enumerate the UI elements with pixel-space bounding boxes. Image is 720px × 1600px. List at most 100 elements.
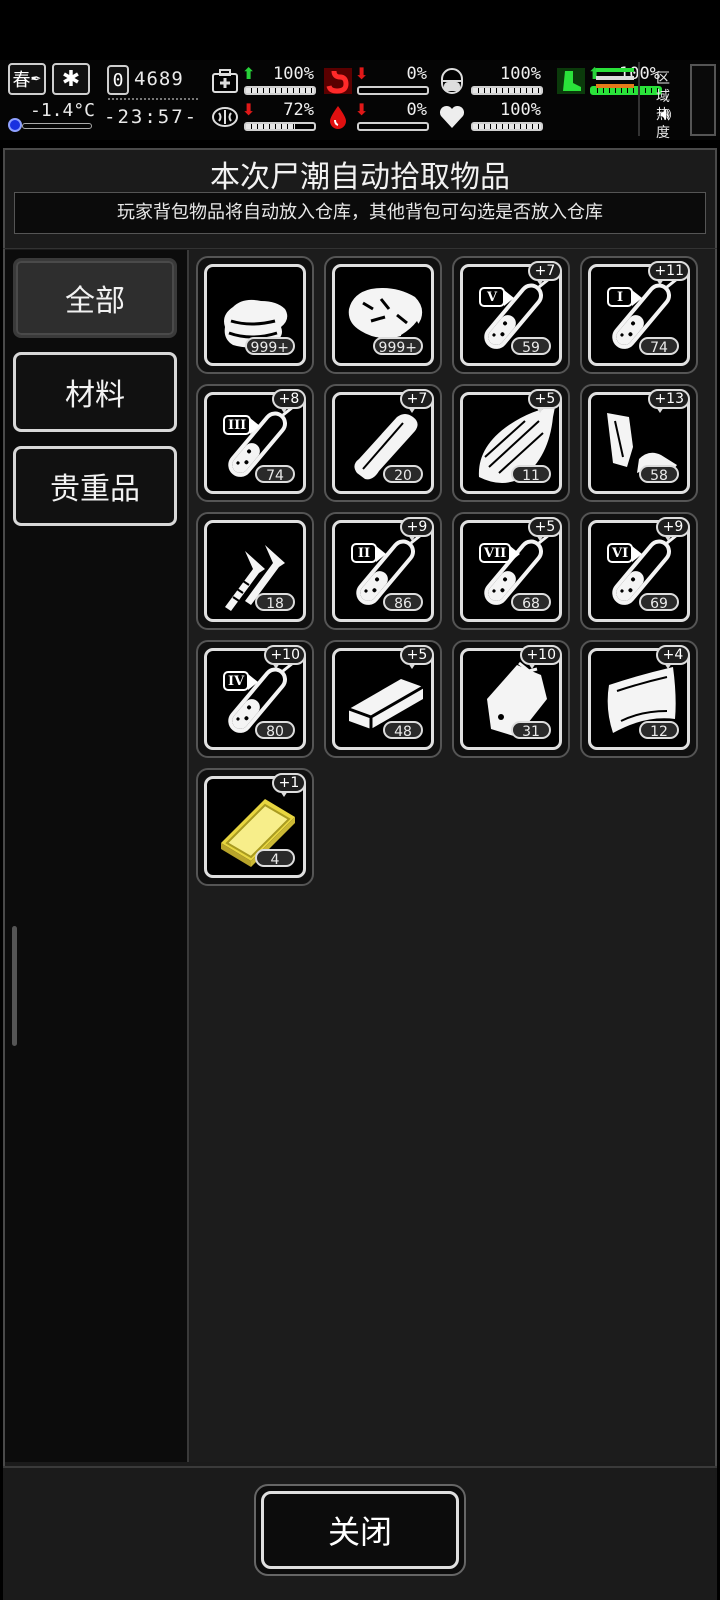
item-slot-gold-plate[interactable]: 4 +1 bbox=[196, 768, 314, 886]
tier-label: VI bbox=[607, 543, 643, 563]
close-button[interactable]: 关闭 bbox=[254, 1484, 466, 1576]
zone-heat-meter bbox=[690, 64, 716, 136]
stat-bar bbox=[357, 122, 429, 131]
tier-label: I bbox=[607, 287, 642, 307]
stomach-icon bbox=[323, 66, 353, 96]
clock-readout: -23:57- bbox=[104, 106, 199, 128]
weather-snow-icon[interactable]: ✱ bbox=[52, 63, 90, 95]
stat-pill: 100% bbox=[437, 64, 547, 98]
item-count: 68 bbox=[511, 593, 551, 612]
speaker-icon: 🔊︎ bbox=[660, 104, 672, 125]
season-indicator[interactable]: 春 ✒ bbox=[8, 63, 46, 95]
new-count-badge: +8 bbox=[272, 389, 306, 413]
blood-drop-icon bbox=[323, 102, 353, 132]
tier-label: V bbox=[479, 287, 514, 307]
day-counter: 0 bbox=[107, 65, 129, 95]
item-slot-reagent-i[interactable]: I 74 +11 bbox=[580, 256, 698, 374]
stat-bar bbox=[244, 86, 316, 95]
feather-icon: ✒ bbox=[30, 71, 42, 87]
stat-stomach: ⬇ 0% bbox=[323, 64, 433, 98]
item-slot-brick[interactable]: 48 +5 bbox=[324, 640, 442, 758]
tab-all[interactable]: 全部 bbox=[13, 258, 177, 338]
item-count: 999+ bbox=[244, 337, 295, 356]
item-count: 31 bbox=[511, 721, 551, 740]
item-count: 74 bbox=[255, 465, 295, 484]
stat-bar bbox=[471, 122, 543, 131]
temperature-readout: -1.4°C bbox=[30, 100, 96, 121]
stat-bar bbox=[471, 86, 543, 95]
divider bbox=[638, 62, 640, 136]
stamina-stripes bbox=[596, 68, 634, 92]
divider bbox=[108, 98, 198, 103]
item-slot-meat[interactable]: 999+ bbox=[324, 256, 442, 374]
stat-value: 100% bbox=[500, 100, 541, 120]
close-button-label: 关闭 bbox=[261, 1491, 459, 1569]
stat-value: 0% bbox=[406, 64, 427, 84]
tier-label: II bbox=[351, 543, 386, 563]
season-label: 春 bbox=[12, 70, 31, 91]
tab-valuables[interactable]: 贵重品 bbox=[13, 446, 177, 526]
item-count: 999+ bbox=[372, 337, 423, 356]
new-count-badge: +9 bbox=[400, 517, 434, 541]
new-count-badge: +1 bbox=[272, 773, 306, 797]
item-count: 59 bbox=[511, 337, 551, 356]
tab-label: 材料 bbox=[65, 378, 125, 413]
item-slot-cloth[interactable]: 999+ bbox=[196, 256, 314, 374]
item-count: 80 bbox=[255, 721, 295, 740]
pill-icon bbox=[437, 66, 467, 96]
item-slot-wood-plank[interactable]: 11 +5 bbox=[452, 384, 570, 502]
stat-brain: ⬇ 72% bbox=[210, 100, 320, 134]
new-count-badge: +10 bbox=[520, 645, 562, 669]
money-readout: 4689 bbox=[134, 68, 184, 90]
item-slot-reagent-v[interactable]: V 59 +7 bbox=[452, 256, 570, 374]
boot-icon bbox=[556, 66, 586, 96]
item-count: 20 bbox=[383, 465, 423, 484]
thermometer-icon bbox=[8, 118, 22, 132]
new-count-badge: +7 bbox=[528, 261, 562, 285]
brain-icon bbox=[210, 102, 240, 132]
item-slot-scrap-metal[interactable]: 58 +13 bbox=[580, 384, 698, 502]
item-count: 74 bbox=[639, 337, 679, 356]
dialog-title: 本次尸潮自动拾取物品 bbox=[210, 160, 510, 195]
new-count-badge: +4 bbox=[656, 645, 690, 669]
heart-icon bbox=[437, 102, 467, 132]
new-count-badge: +5 bbox=[400, 645, 434, 669]
item-count: 86 bbox=[383, 593, 423, 612]
tab-materials[interactable]: 材料 bbox=[13, 352, 177, 432]
tier-label: VII bbox=[479, 543, 521, 563]
item-slot-bone[interactable]: 20 +7 bbox=[324, 384, 442, 502]
stat-value: 0% bbox=[406, 100, 427, 120]
medkit-icon bbox=[210, 66, 240, 96]
item-slot-reagent-iii[interactable]: III 74 +8 bbox=[196, 384, 314, 502]
tab-label: 全部 bbox=[65, 284, 125, 319]
item-slot-reagent-vii[interactable]: VII 68 +5 bbox=[452, 512, 570, 630]
tier-label: III bbox=[223, 415, 261, 435]
item-slot-nails[interactable]: 18 bbox=[196, 512, 314, 630]
sidebar-scrollbar[interactable] bbox=[12, 926, 17, 1046]
new-count-badge: +10 bbox=[264, 645, 306, 669]
item-slot-leather[interactable]: 12 +4 bbox=[580, 640, 698, 758]
item-slot-reagent-ii[interactable]: II 86 +9 bbox=[324, 512, 442, 630]
item-count: 58 bbox=[639, 465, 679, 484]
stat-bar bbox=[244, 122, 316, 131]
stat-medkit: ⬆ 100% bbox=[210, 64, 320, 98]
item-frame: 999+ bbox=[332, 264, 434, 366]
new-count-badge: +5 bbox=[528, 517, 562, 541]
temperature-bar bbox=[22, 123, 92, 129]
item-frame: 18 bbox=[204, 520, 306, 622]
item-count: 48 bbox=[383, 721, 423, 740]
item-count: 4 bbox=[255, 849, 295, 868]
item-grid: 999+ 999+ V 59 +7 I 74 +11 III 74 +8 20 +7 11 +5 58 +13 1… bbox=[190, 250, 715, 1462]
item-slot-reagent-iv[interactable]: IV 80 +10 bbox=[196, 640, 314, 758]
stat-heart: 100% bbox=[437, 100, 547, 134]
item-frame: 999+ bbox=[204, 264, 306, 366]
item-count: 12 bbox=[639, 721, 679, 740]
divider bbox=[3, 248, 717, 249]
item-slot-reagent-vi[interactable]: VI 69 +9 bbox=[580, 512, 698, 630]
category-sidebar: 全部 材料 贵重品 bbox=[5, 250, 189, 1462]
status-hud: 春 ✒ ✱ -1.4°C 0 4689 -23:57- ⬆ 100% ⬇ 72% ⬇ 0% ⬇… bbox=[0, 60, 720, 141]
stat-value: 100% bbox=[500, 64, 541, 84]
item-slot-metal-sheet[interactable]: 31 +10 bbox=[452, 640, 570, 758]
new-count-badge: +9 bbox=[656, 517, 690, 541]
dialog-subtitle: 玩家背包物品将自动放入仓库，其他背包可勾选是否放入仓库 bbox=[14, 192, 706, 234]
